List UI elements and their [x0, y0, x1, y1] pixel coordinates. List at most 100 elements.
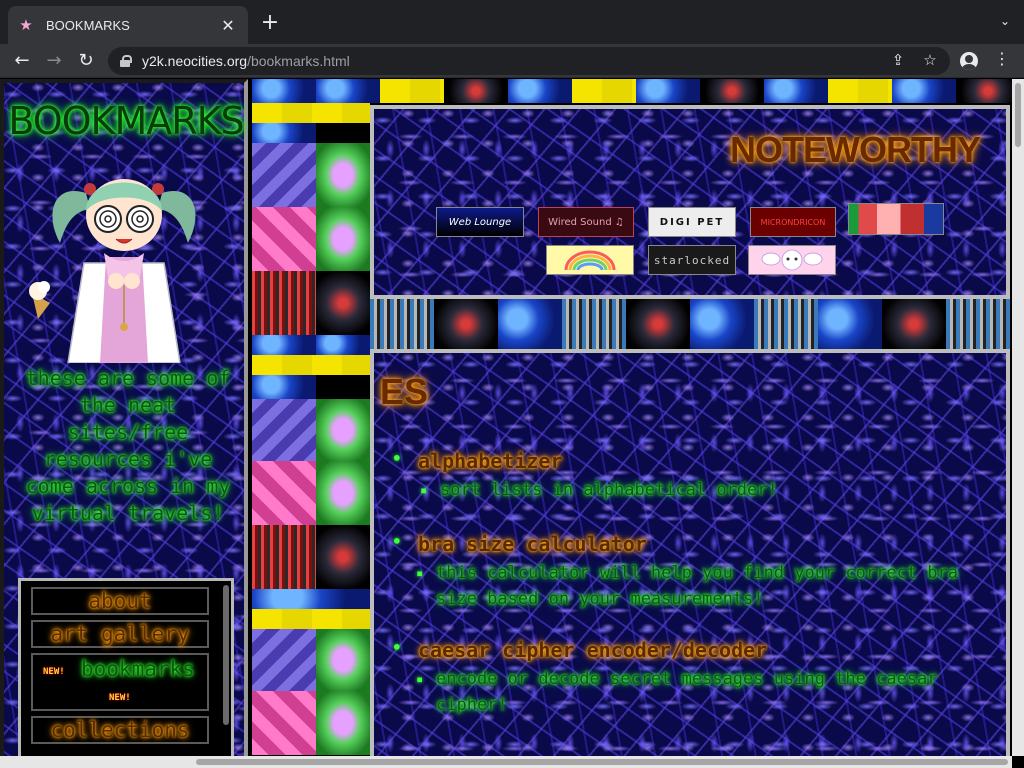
badge-label: Wired Sound	[548, 216, 612, 228]
profile-avatar-icon[interactable]	[960, 52, 978, 70]
nav-link-about[interactable]: about	[31, 587, 209, 615]
collage-tile	[636, 79, 700, 103]
entry-title-caesar-cipher[interactable]: caesar cipher encoder/decoder	[392, 638, 767, 662]
vertical-scrollbar-thumb[interactable]	[1015, 83, 1021, 147]
forward-arrow-icon[interactable]: →	[42, 49, 66, 73]
entry-desc-caesar-cipher: encode or decode secret messages using t…	[416, 666, 996, 718]
sidebar-title: BOOKMARKS	[8, 99, 244, 143]
collage-tile	[252, 589, 370, 609]
new-badge: NEW!	[109, 693, 131, 703]
reload-icon[interactable]: ↻	[74, 49, 98, 73]
noteworthy-panel: NOTEWORTHY Web Lounge Wired Sound ♫ DIGI…	[370, 105, 1010, 299]
entry-title-alphabetizer[interactable]: alphabetizer	[392, 449, 562, 473]
share-icon[interactable]: ⇪	[888, 51, 908, 69]
wired-sound-button[interactable]: Wired Sound ♫	[538, 207, 634, 237]
site-navigation: about art gallery NEW! bookmarks NEW! co…	[18, 578, 234, 768]
entry-desc-alphabetizer: sort lists in alphabetical order!	[420, 477, 1000, 503]
new-badge: NEW!	[43, 667, 65, 677]
collage-tile	[316, 691, 370, 755]
sidebar: BOOKMARKS these are some of the neat sit…	[0, 79, 248, 768]
music-note-icon: ♫	[611, 216, 624, 228]
collage-tile	[252, 271, 316, 335]
collage-tile	[252, 143, 316, 207]
collage-tile	[252, 335, 316, 355]
collage-tile	[252, 399, 316, 461]
collage-tile	[380, 79, 444, 103]
badge-label: Web Lounge	[448, 216, 512, 228]
collage-tile	[626, 299, 690, 349]
anime-art-button[interactable]	[848, 203, 944, 235]
collage-tile	[252, 207, 316, 271]
collage-tile	[252, 375, 316, 399]
browser-toolbar: ← → ↻ y2k.neocities.org/bookmarks.html ⇪…	[0, 44, 1024, 78]
address-bar[interactable]: y2k.neocities.org/bookmarks.html ⇪ ☆	[108, 47, 950, 75]
starlocked-button[interactable]: starlocked	[648, 245, 736, 275]
back-arrow-icon[interactable]: ←	[10, 49, 34, 73]
lock-icon[interactable]	[120, 55, 132, 67]
collage-tile	[828, 79, 892, 103]
collage-tile	[252, 691, 316, 755]
collage-tile	[252, 525, 316, 589]
anime-girl-mascot-image	[29, 179, 196, 363]
collage-tile	[316, 79, 380, 103]
browser-tab-bar: ★ BOOKMARKS ✕ + ⌄	[0, 0, 1024, 44]
tab-search-chevron-icon[interactable]: ⌄	[1000, 14, 1010, 28]
collage-tile	[700, 79, 764, 103]
rainbow-button[interactable]	[546, 245, 634, 275]
angel-face-icon	[761, 249, 823, 271]
horizontal-scrollbar[interactable]	[0, 756, 1012, 768]
nav-link-bookmarks-label: bookmarks	[81, 657, 195, 681]
nav-link-art-gallery[interactable]: art gallery	[31, 620, 209, 648]
collage-tile	[892, 79, 956, 103]
collage-tile	[370, 299, 434, 349]
collage-tile	[508, 79, 572, 103]
entry-title-bra-size-calculator[interactable]: bra size calculator	[392, 532, 647, 556]
collage-tile	[434, 299, 498, 349]
collage-tile	[316, 461, 370, 525]
collage-tile	[252, 609, 370, 629]
url-path: /bookmarks.html	[247, 53, 350, 69]
web-lounge-button[interactable]: Web Lounge	[436, 207, 524, 237]
collage-tile	[316, 143, 370, 207]
collage-tile	[764, 79, 828, 103]
nav-scrollbar[interactable]	[223, 585, 229, 725]
collage-tile	[690, 299, 754, 349]
cute-angel-button[interactable]	[748, 245, 836, 275]
collage-tile	[252, 355, 370, 375]
nav-link-bookmarks[interactable]: NEW! bookmarks NEW!	[31, 653, 209, 711]
collage-tile	[946, 299, 1010, 349]
badge-label: starlocked	[653, 253, 731, 267]
collage-tile	[316, 399, 370, 461]
collage-tile	[562, 299, 626, 349]
collage-tile	[316, 525, 370, 589]
sidebar-blurb: these are some of the neat sites/free re…	[25, 366, 231, 525]
vertical-scrollbar[interactable]	[1012, 79, 1024, 756]
badge-label: DIGI PET	[659, 216, 725, 228]
nav-link-collections[interactable]: collections	[31, 716, 209, 744]
noteworthy-title: NOTEWORTHY	[730, 129, 981, 170]
collage-tile	[818, 299, 882, 349]
new-tab-icon[interactable]: +	[258, 12, 282, 34]
collage-tile	[252, 79, 316, 103]
horizontal-scrollbar-thumb[interactable]	[196, 759, 1008, 765]
kebab-menu-icon[interactable]: ⋮	[994, 49, 1010, 68]
browser-tab[interactable]: ★ BOOKMARKS ✕	[8, 6, 248, 44]
close-tab-icon[interactable]: ✕	[218, 16, 238, 35]
collage-tile	[316, 271, 370, 335]
entry-desc-bra-size-calculator: this calculator will help you find your …	[416, 560, 996, 612]
page-viewport: BOOKMARKS these are some of the neat sit…	[0, 79, 1024, 768]
collage-tile	[956, 79, 1020, 103]
collage-tile	[316, 335, 370, 355]
collage-tile	[316, 629, 370, 691]
collage-tile	[316, 207, 370, 271]
collage-tile	[444, 79, 508, 103]
digi-pet-button[interactable]: DIGI PET	[648, 207, 736, 237]
collage-tile	[252, 461, 316, 525]
badge-label: MICRONDRICON	[760, 217, 826, 227]
microndricon-button[interactable]: MICRONDRICON	[750, 207, 836, 237]
pages-panel: ES alphabetizer sort lists in alphabetic…	[370, 349, 1010, 768]
pink-star-icon: ★	[19, 16, 33, 34]
bookmark-star-icon[interactable]: ☆	[920, 51, 940, 69]
collage-tile	[572, 79, 636, 103]
pages-heading: ES	[380, 371, 429, 412]
